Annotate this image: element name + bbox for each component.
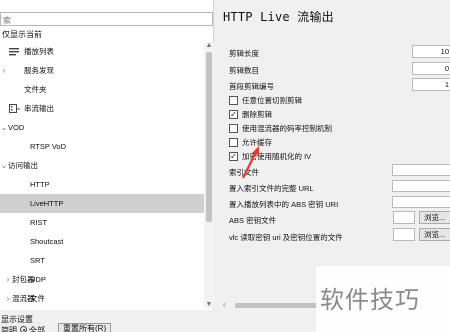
- stream-output-icon: [8, 103, 20, 114]
- vlc-key-file-label: vlc 读取密钥 uri 及密钥位置的文件: [229, 233, 343, 242]
- playlist-abs-key-input[interactable]: [392, 196, 450, 208]
- tree-item-label: VOD: [8, 123, 25, 132]
- checkmark-icon[interactable]: ✓: [229, 110, 238, 119]
- tree-item-label: LiveHTTP: [30, 199, 64, 208]
- reset-all-button[interactable]: 重置所有(R): [58, 323, 112, 332]
- tree-item-folders[interactable]: 文件夹: [0, 80, 205, 99]
- playlist-icon: [8, 47, 20, 57]
- show-settings-radio[interactable]: 简明 全部: [1, 325, 45, 332]
- scrollbar-thumb[interactable]: [206, 52, 212, 222]
- checkbox-muxer-ratecontrol[interactable]: 使用混流器的码率控制机制: [229, 123, 332, 134]
- checkbox-label: 使用混流器的码率控制机制: [242, 124, 332, 133]
- tree-item-label: 服务发现: [24, 66, 54, 75]
- tree-item-services-discovery[interactable]: › 服务发现: [0, 61, 205, 80]
- segment-length-label: 剪辑长度: [229, 49, 259, 58]
- tree-item-label: RTSP VoD: [30, 142, 66, 151]
- tree-item-playlist[interactable]: 播放列表: [0, 42, 205, 61]
- checkbox[interactable]: [229, 124, 238, 133]
- tree-scrollbar[interactable]: ▲ ▼: [204, 42, 214, 308]
- page-title: HTTP Live 流输出: [223, 10, 334, 24]
- chevron-right-icon[interactable]: ›: [4, 294, 12, 303]
- search-input[interactable]: 索: [0, 12, 213, 26]
- tree-item-livehttp[interactable]: LiveHTTP: [0, 194, 205, 213]
- chevron-right-icon[interactable]: ›: [0, 66, 8, 75]
- settings-tree: 播放列表 › 服务发现 文件夹 串流输出 ⌄ VOD RTSP VoD ⌄ 访问…: [0, 42, 205, 308]
- checkbox[interactable]: [229, 138, 238, 147]
- abs-key-file-label: ABS 密钥文件: [229, 216, 277, 225]
- tree-item-vod[interactable]: ⌄ VOD: [0, 118, 205, 137]
- tree-item-label: 混流器: [12, 294, 35, 303]
- browse-button[interactable]: 浏览...: [419, 228, 450, 241]
- checkbox-label: 任意位置切割剪辑: [242, 96, 302, 105]
- tree-item-stream-output[interactable]: 串流输出: [0, 99, 205, 118]
- settings-footer: 显示设置 简明 全部 重置所有(R): [0, 312, 214, 332]
- tree-item-shoutcast[interactable]: Shoutcast: [0, 232, 205, 251]
- index-file-input[interactable]: [392, 164, 450, 176]
- chevron-down-icon[interactable]: ⌄: [0, 161, 8, 170]
- scrollbar-thumb[interactable]: [235, 303, 325, 308]
- vlc-key-file-input[interactable]: [393, 228, 415, 241]
- watermark: 软件技巧: [316, 266, 450, 332]
- checkbox-delete-segments[interactable]: ✓ 删除剪辑: [229, 109, 272, 120]
- tree-item-rist[interactable]: RIST: [0, 213, 205, 232]
- settings-tree-panel: 索 仅显示当前 播放列表 › 服务发现 文件夹 串流输出 ⌄ VOD RTSP …: [0, 0, 214, 310]
- tree-item-label: 访问输出: [8, 161, 38, 170]
- segment-count-label: 剪辑数目: [229, 66, 259, 75]
- checkbox-label: 删除剪辑: [242, 110, 272, 119]
- tree-item-label: Shoutcast: [30, 237, 64, 246]
- tree-item-label: 串流输出: [24, 104, 54, 113]
- browse-button[interactable]: 浏览...: [419, 211, 450, 224]
- tree-item-label: 播放列表: [24, 47, 54, 56]
- radio-simple-label: 简明: [1, 326, 17, 332]
- tree-item-label: HTTP: [30, 180, 50, 189]
- segment-length-input[interactable]: 10: [412, 45, 450, 58]
- tree-item-label: RIST: [30, 218, 48, 227]
- tree-item-access-output[interactable]: ⌄ 访问输出: [0, 156, 205, 175]
- annotation-arrow-icon: [242, 146, 259, 179]
- index-url-input[interactable]: [392, 180, 450, 192]
- scroll-up-icon[interactable]: ▲: [204, 42, 214, 49]
- abs-key-file-input[interactable]: [393, 211, 415, 224]
- checkbox[interactable]: [229, 96, 238, 105]
- radio-all-label: 全部: [29, 326, 45, 332]
- scroll-down-icon[interactable]: ▼: [204, 301, 214, 308]
- tree-item-label: 封包器: [12, 275, 35, 284]
- chevron-right-icon[interactable]: ›: [4, 275, 12, 284]
- tree-item-rtsp-vod[interactable]: RTSP VoD: [0, 137, 205, 156]
- search-placeholder: 索: [3, 16, 11, 25]
- radio-all[interactable]: [20, 326, 27, 332]
- tree-item-label: 文件夹: [24, 85, 47, 94]
- chevron-down-icon[interactable]: ⌄: [0, 123, 8, 132]
- segment-count-input[interactable]: 0: [412, 62, 450, 75]
- first-segment-input[interactable]: 1: [412, 78, 450, 91]
- show-settings-label: 显示设置: [1, 315, 33, 324]
- scroll-left-icon[interactable]: ‹: [223, 300, 226, 309]
- watermark-text: 软件技巧: [320, 286, 420, 314]
- tree-item-label: SRT: [30, 256, 45, 265]
- tree-item-muxers[interactable]: › 混流器: [4, 289, 209, 308]
- playlist-abs-key-label: 置入播放列表中的 ABS 密钥 URI: [229, 200, 339, 209]
- first-segment-label: 首段剪辑编号: [229, 82, 274, 91]
- tree-item-packetizers[interactable]: › 封包器: [4, 270, 209, 289]
- tree-item-srt[interactable]: SRT: [0, 251, 205, 270]
- show-current-only-label[interactable]: 仅显示当前: [2, 29, 42, 40]
- tree-item-http[interactable]: HTTP: [0, 175, 205, 194]
- preferences-window: 索 仅显示当前 播放列表 › 服务发现 文件夹 串流输出 ⌄ VOD RTSP …: [0, 0, 450, 332]
- index-url-label: 置入索引文件的完整 URL: [229, 184, 314, 193]
- checkmark-icon[interactable]: ✓: [229, 152, 238, 161]
- checkbox-split-anywhere[interactable]: 任意位置切割剪辑: [229, 95, 302, 106]
